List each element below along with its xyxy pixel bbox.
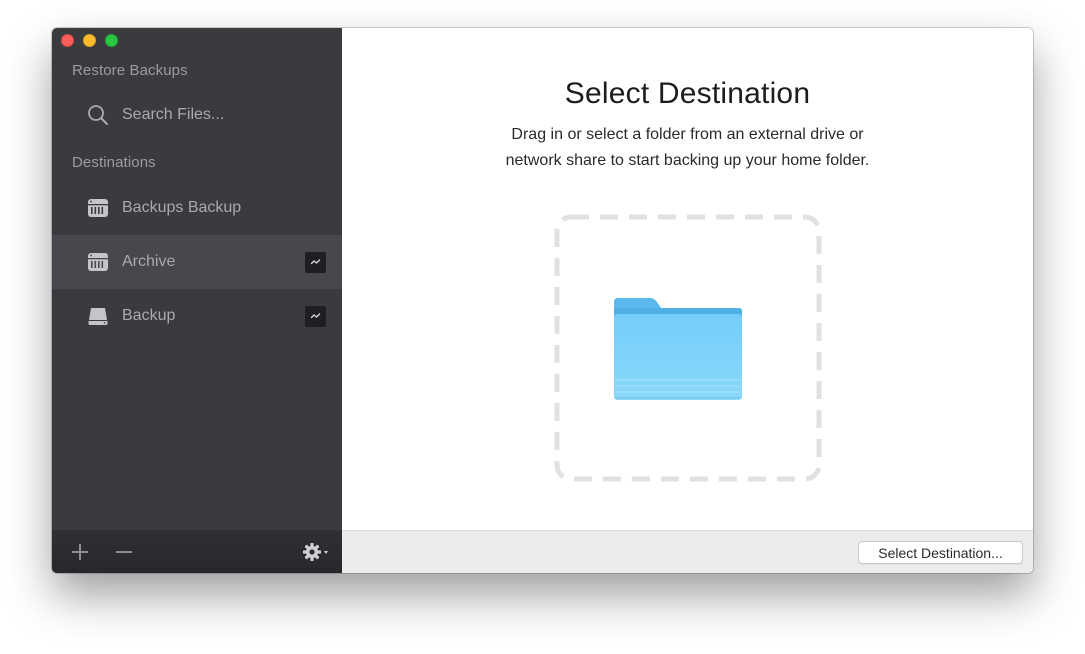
- restore-backups-heading: Restore Backups: [72, 62, 188, 79]
- close-window-button[interactable]: [61, 34, 74, 47]
- folder-icon: [614, 298, 742, 400]
- search-files-item[interactable]: Search Files...: [52, 88, 342, 142]
- remove-destination-button[interactable]: [114, 542, 134, 562]
- chevron-icon: [310, 259, 321, 265]
- external-drive-icon: [87, 305, 109, 327]
- eject-button[interactable]: [305, 251, 326, 273]
- minus-icon: [116, 551, 132, 553]
- zoom-window-button[interactable]: [105, 34, 118, 47]
- eject-button[interactable]: [305, 305, 326, 327]
- select-destination-button[interactable]: Select Destination...: [858, 541, 1023, 564]
- destination-label: Archive: [122, 253, 176, 270]
- instructions-line-1: Drag in or select a folder from an exter…: [511, 126, 864, 143]
- instructions-line-2: network share to start backing up your h…: [505, 152, 870, 169]
- destination-item-archive[interactable]: Archive: [52, 235, 342, 289]
- time-capsule-icon: [87, 197, 109, 219]
- gear-icon: [303, 543, 328, 561]
- page-title: Select Destination: [564, 77, 811, 110]
- main-panel: Select Destination Drag in or select a f…: [342, 28, 1033, 573]
- window-controls: [61, 34, 118, 47]
- desktop: Restore Backups Search Files... Destinat…: [0, 0, 1085, 654]
- add-destination-button[interactable]: [70, 542, 90, 562]
- destination-label: Backups Backup: [122, 199, 242, 216]
- destinations-heading: Destinations: [72, 154, 156, 171]
- search-icon: [87, 104, 109, 126]
- app-window: Restore Backups Search Files... Destinat…: [52, 28, 1033, 573]
- destination-item-backups-backup[interactable]: Backups Backup: [52, 181, 342, 235]
- destination-item-backup[interactable]: Backup: [52, 289, 342, 343]
- plus-icon: [72, 544, 88, 560]
- time-capsule-icon: [87, 251, 109, 273]
- main-toolbar: Select Destination...: [342, 530, 1033, 573]
- sidebar: Restore Backups Search Files... Destinat…: [52, 28, 342, 573]
- instructions-text: Drag in or select a folder from an exter…: [437, 122, 938, 174]
- minimize-window-button[interactable]: [83, 34, 96, 47]
- sidebar-toolbar: [52, 530, 342, 573]
- chevron-icon: [310, 313, 321, 319]
- destination-label: Backup: [122, 307, 176, 324]
- settings-menu-button[interactable]: [301, 541, 331, 563]
- search-files-label: Search Files...: [122, 106, 225, 123]
